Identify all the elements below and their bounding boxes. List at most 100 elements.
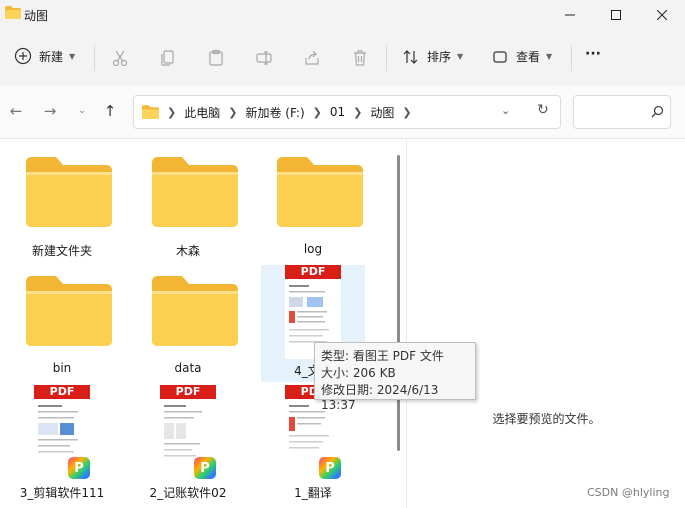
folder-icon — [152, 276, 238, 346]
toolbar-divider — [571, 45, 572, 71]
sort-label: 排序 — [427, 50, 452, 64]
item-label: 新建文件夹 — [31, 244, 92, 258]
toolbar: 新建 ▼ 排序 ▼ 查看 ▼ ··· — [0, 30, 685, 86]
pdf-thumbnail: PDF P — [160, 385, 216, 479]
file-list: 新建文件夹 木森 log bin data PDF 4_文件 PDF P 3_剪… — [0, 139, 685, 508]
arrow-right-icon: → — [43, 102, 57, 120]
toolbar-divider — [386, 45, 387, 71]
breadcrumb-item[interactable]: 01 — [330, 105, 345, 119]
folder-item[interactable]: 新建文件夹 — [10, 139, 114, 258]
chevron-right-icon: ❯ — [402, 105, 412, 119]
sort-button[interactable]: 排序 ▼ — [402, 48, 463, 65]
tooltip-date: 修改日期: 2024/6/13 13:37 — [321, 383, 439, 412]
item-label: 木森 — [175, 244, 200, 258]
view-icon — [493, 50, 507, 63]
arrow-up-icon: ↑ — [103, 102, 117, 120]
folder-item[interactable]: data — [136, 258, 240, 376]
chevron-down-icon: ▼ — [457, 52, 464, 61]
pdf-banner: PDF — [160, 385, 216, 399]
title-bar: 动图 — [0, 0, 685, 30]
close-icon — [657, 10, 667, 20]
address-history-button[interactable]: ⌄ — [501, 104, 510, 117]
folder-icon — [5, 6, 21, 19]
pdf-banner: PDF — [285, 265, 341, 279]
back-button[interactable]: ← — [5, 100, 27, 122]
minimize-icon — [565, 14, 575, 16]
more-label: ··· — [585, 46, 601, 62]
tooltip-size: 大小: 206 KB — [321, 366, 396, 380]
chevron-down-icon: ▼ — [69, 51, 76, 61]
new-label: 新建 — [39, 49, 64, 64]
chevron-right-icon: ❯ — [312, 105, 322, 119]
arrow-left-icon: ← — [9, 102, 23, 120]
breadcrumb-item[interactable]: 此电脑 — [184, 104, 220, 121]
view-label: 查看 — [516, 50, 541, 64]
app-badge-icon: P — [194, 457, 216, 479]
recent-locations-button[interactable]: ⌄ — [71, 100, 93, 122]
chevron-down-icon: ⌄ — [78, 106, 86, 116]
share-icon — [305, 50, 319, 65]
breadcrumb-item[interactable]: 动图 — [370, 104, 394, 121]
item-label: log — [303, 242, 323, 256]
toolbar-divider — [94, 45, 95, 71]
folder-item[interactable]: 木森 — [136, 139, 240, 258]
cut-button[interactable] — [109, 47, 131, 69]
folder-icon — [152, 157, 238, 227]
chevron-right-icon: ❯ — [353, 105, 363, 119]
rename-button[interactable] — [253, 47, 275, 69]
plus-circle-icon — [14, 47, 32, 65]
preview-pane-divider[interactable] — [406, 139, 407, 508]
item-label: data — [174, 361, 202, 375]
pdf-file-item[interactable]: PDF P 3_剪辑软件111 — [10, 385, 114, 503]
search-input[interactable] — [573, 95, 671, 129]
maximize-icon — [611, 10, 621, 20]
chevron-down-icon: ⌄ — [501, 104, 511, 117]
item-label: bin — [52, 361, 72, 375]
tooltip-type: 类型: 看图王 PDF 文件 — [321, 349, 444, 363]
more-options-button[interactable]: ··· — [585, 46, 601, 62]
rename-icon — [256, 51, 272, 65]
watermark: CSDN @hlyling — [587, 486, 670, 499]
trash-icon — [354, 50, 366, 66]
new-button[interactable]: 新建 ▼ — [14, 47, 75, 65]
maximize-button[interactable] — [593, 0, 639, 30]
search-icon — [651, 105, 664, 118]
pdf-file-item[interactable]: PDF P 2_记账软件02 — [136, 385, 240, 503]
copy-icon — [161, 50, 174, 66]
close-button[interactable] — [639, 0, 685, 30]
scissors-icon — [112, 50, 128, 67]
chevron-right-icon: ❯ — [228, 105, 238, 119]
pdf-thumbnail: PDF P — [34, 385, 90, 479]
folder-item[interactable]: bin — [10, 258, 114, 376]
folder-icon — [26, 157, 112, 227]
chevron-down-icon: ▼ — [546, 52, 553, 61]
address-bar[interactable]: ❯ 此电脑 ❯ 新加卷 (F:) ❯ 01 ❯ 动图 ❯ ⌄ ↻ — [133, 95, 561, 129]
minimize-button[interactable] — [547, 0, 593, 30]
breadcrumb: ❯ 此电脑 ❯ 新加卷 (F:) ❯ 01 ❯ 动图 ❯ — [142, 96, 420, 128]
folder-item[interactable]: log — [261, 139, 365, 257]
navigation-bar: ← → ⌄ ↑ ❯ 此电脑 ❯ 新加卷 (F:) ❯ 01 ❯ 动图 ❯ ⌄ ↻ — [0, 86, 685, 139]
chevron-right-icon: ❯ — [167, 105, 177, 119]
view-button[interactable]: 查看 ▼ — [492, 48, 552, 65]
breadcrumb-item[interactable]: 新加卷 (F:) — [245, 104, 304, 121]
item-label: 2_记账软件02 — [149, 486, 227, 500]
refresh-button[interactable]: ↻ — [537, 102, 549, 118]
folder-icon — [277, 157, 363, 227]
up-button[interactable]: ↑ — [99, 100, 121, 122]
sort-icon — [403, 49, 418, 64]
file-info-tooltip: 类型: 看图王 PDF 文件 大小: 206 KB 修改日期: 2024/6/1… — [314, 342, 476, 412]
share-button[interactable] — [301, 47, 323, 69]
folder-icon — [142, 105, 159, 119]
window-title: 动图 — [24, 9, 49, 23]
delete-button[interactable] — [349, 47, 371, 69]
clipboard-icon — [209, 49, 223, 66]
app-badge-icon: P — [68, 457, 90, 479]
copy-button[interactable] — [157, 47, 179, 69]
forward-button[interactable]: → — [39, 100, 61, 122]
item-label: 1_翻译 — [294, 486, 332, 500]
paste-button[interactable] — [205, 47, 227, 69]
refresh-icon: ↻ — [537, 102, 549, 118]
item-label: 3_剪辑软件111 — [19, 486, 105, 500]
folder-icon — [26, 276, 112, 346]
preview-pane-message: 选择要预览的文件。 — [492, 412, 601, 426]
